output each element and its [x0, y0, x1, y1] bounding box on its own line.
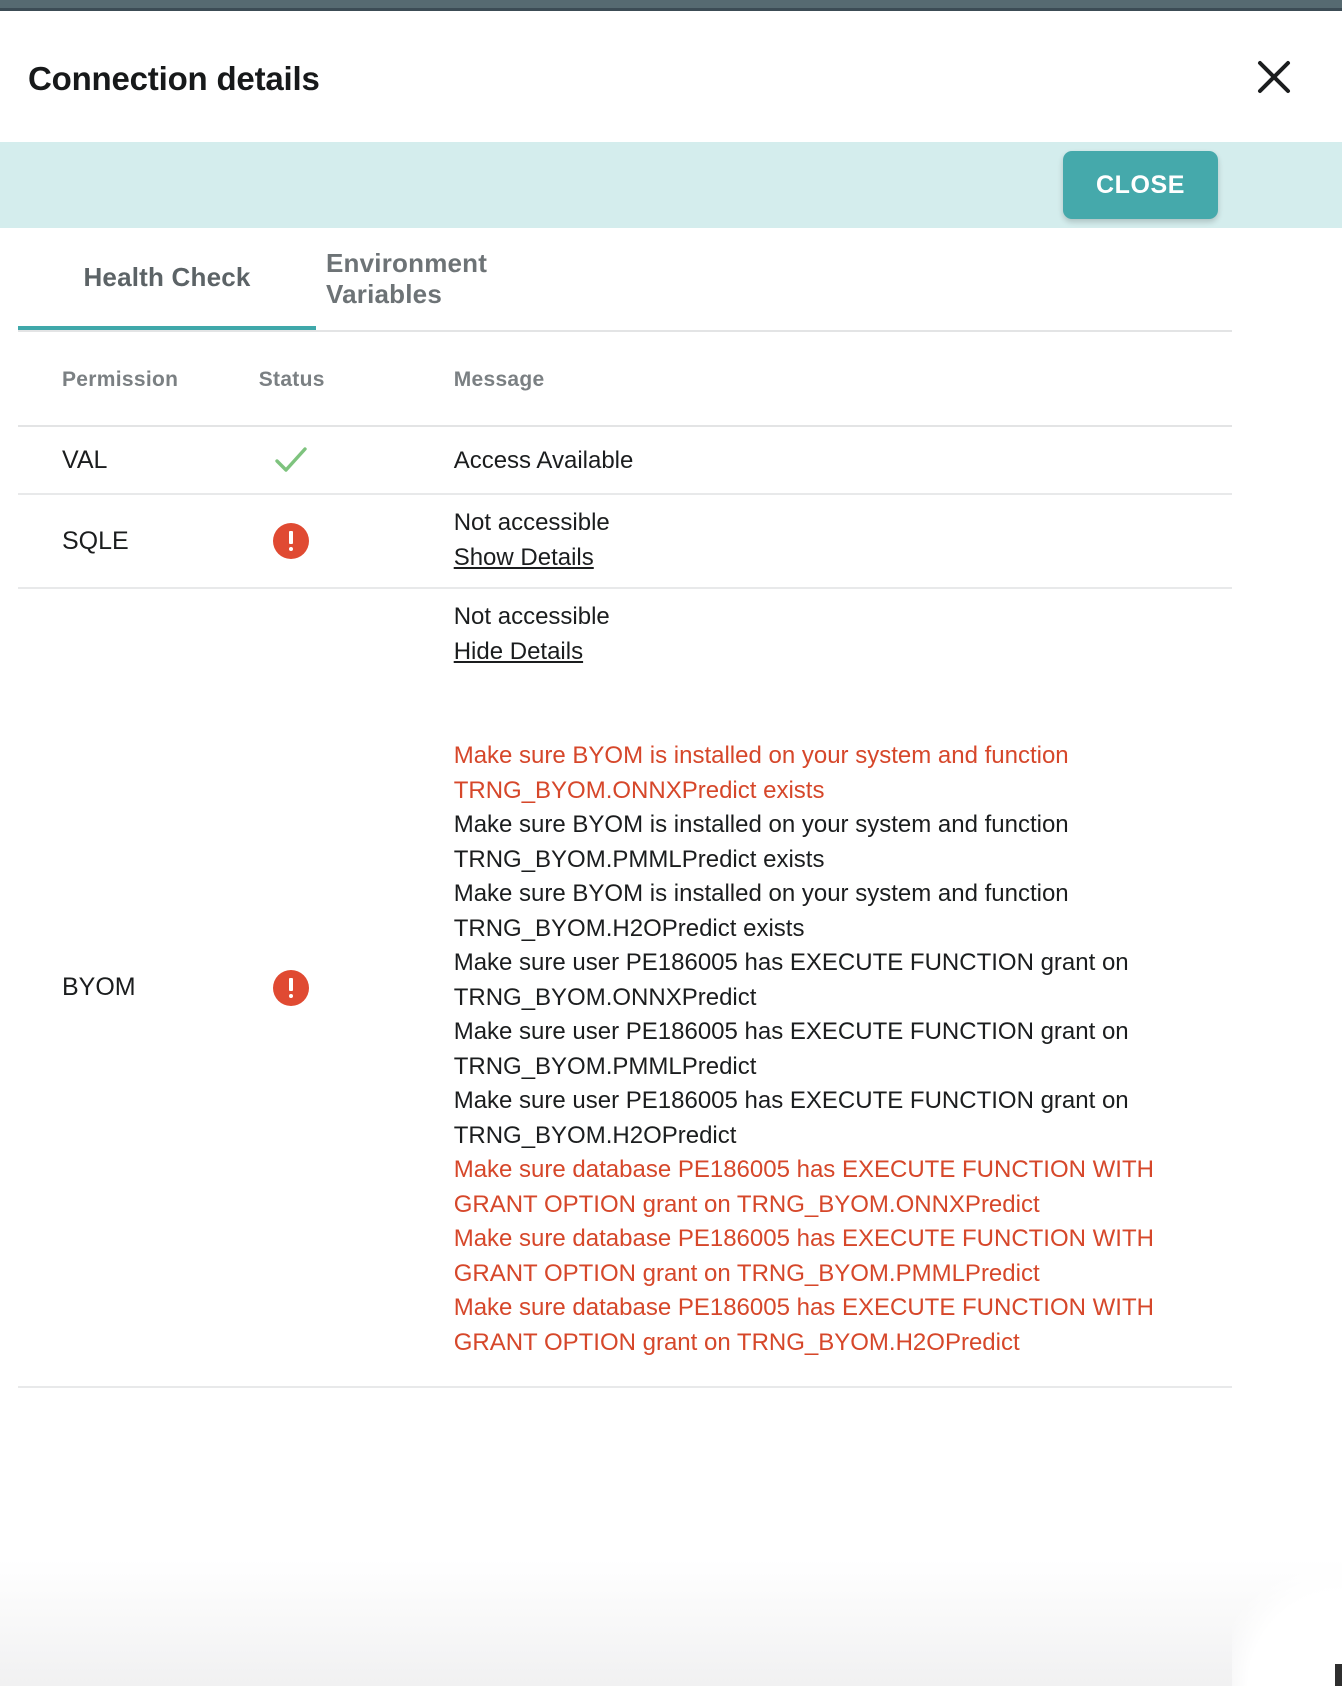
tab-health-check[interactable]: Health Check [18, 228, 316, 330]
scrollbar-nub[interactable] [1335, 1664, 1342, 1686]
message-text: Not accessible [453, 603, 610, 630]
cell-permission: SQLE [18, 494, 259, 589]
connection-details-dialog: Connection details CLOSE Health Check En… [0, 0, 1342, 1686]
action-bar: CLOSE [0, 142, 1342, 228]
health-check-table: Permission Status Message VAL Access Ava… [18, 332, 1232, 1388]
message-text: Not accessible [453, 509, 610, 536]
cell-message: Access Available [451, 426, 1232, 495]
table-row: BYOM Not accessible Hide Details Make su… [18, 588, 1232, 1388]
column-header-message: Message [451, 332, 1232, 427]
detail-message: Make sure user PE186005 has EXECUTE FUNC… [453, 1087, 1129, 1149]
cell-message: Not accessible Hide Details Make sure BY… [451, 588, 1232, 1388]
detail-message-list: Make sure BYOM is installed on your syst… [454, 717, 1232, 1386]
close-icon[interactable] [1248, 51, 1300, 103]
show-details-link[interactable]: Show Details [454, 540, 594, 575]
cell-message: Not accessible Show Details [451, 494, 1232, 589]
tab-bar: Health Check Environment Variables [18, 228, 1232, 332]
cell-permission: BYOM [18, 588, 259, 1388]
error-icon [272, 523, 309, 559]
dialog-content: Health Check Environment Variables Permi… [0, 228, 1342, 1686]
table-header-row: Permission Status Message [18, 332, 1232, 427]
cell-permission: VAL [18, 426, 259, 495]
detail-message: Make sure BYOM is installed on your syst… [453, 742, 1069, 804]
hide-details-link[interactable]: Hide Details [454, 634, 583, 669]
cell-status [258, 588, 452, 1388]
cell-status [258, 426, 452, 495]
check-icon [271, 440, 311, 480]
detail-message: Make sure database PE186005 has EXECUTE … [453, 1225, 1154, 1287]
column-header-status: Status [258, 332, 452, 427]
tab-environment-variables[interactable]: Environment Variables [318, 228, 618, 330]
table-row: SQLE Not accessible Show Details [18, 494, 1232, 589]
page-title: Connection details [28, 59, 320, 97]
error-icon [272, 969, 309, 1006]
detail-message: Make sure user PE186005 has EXECUTE FUNC… [453, 949, 1129, 1011]
detail-spacer [454, 681, 1232, 717]
table-row: VAL Access Available [18, 426, 1232, 495]
column-header-permission: Permission [18, 332, 259, 427]
close-button[interactable]: CLOSE [1063, 151, 1218, 219]
detail-message: Make sure database PE186005 has EXECUTE … [453, 1156, 1154, 1218]
cell-status [258, 494, 452, 589]
window-top-bar [0, 0, 1342, 8]
detail-message: Make sure BYOM is installed on your syst… [453, 811, 1069, 873]
dialog-header: Connection details [0, 11, 1342, 142]
detail-message: Make sure user PE186005 has EXECUTE FUNC… [453, 1018, 1129, 1080]
message-text: Access Available [453, 446, 634, 474]
detail-message: Make sure database PE186005 has EXECUTE … [453, 1294, 1154, 1356]
detail-message: Make sure BYOM is installed on your syst… [453, 880, 1069, 942]
